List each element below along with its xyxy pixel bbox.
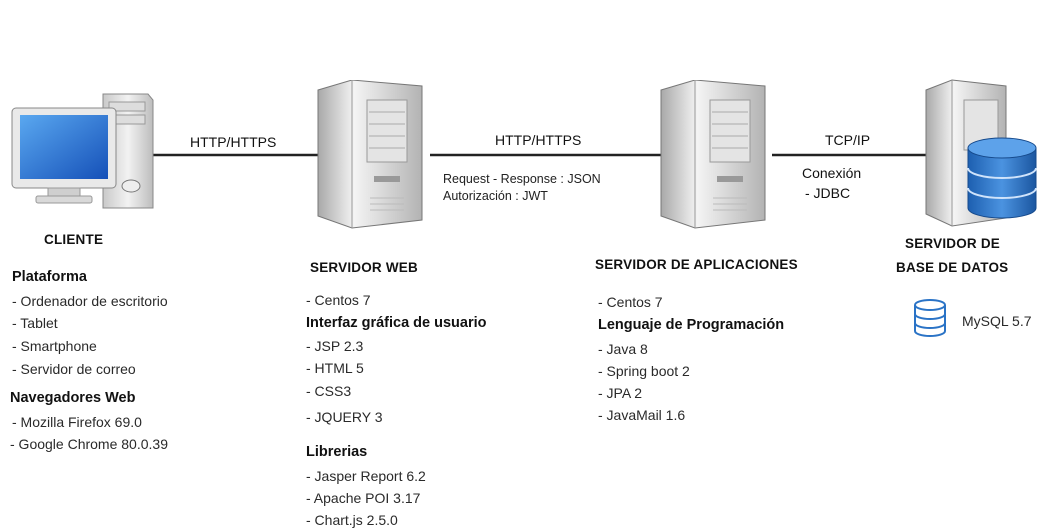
web-libs-heading: Librerias: [306, 444, 368, 460]
web-gui-heading: Interfaz gráfica de usuario: [306, 315, 487, 331]
app-server-os: - Centos 7: [598, 294, 663, 310]
web-gui-item: - HTML 5: [306, 360, 364, 376]
desktop-computer-icon: [11, 93, 154, 209]
web-gui-item: - JQUERY 3: [306, 409, 383, 425]
web-lib-item: - Chart.js 2.5.0: [306, 512, 398, 528]
client-web-protocol: HTTP/HTTPS: [190, 134, 277, 150]
web-app-detail-json: Request - Response : JSON: [443, 172, 601, 186]
client-platform-item: - Smartphone: [12, 338, 97, 354]
application-server-icon: [660, 80, 766, 229]
web-lib-item: - Jasper Report 6.2: [306, 468, 426, 484]
client-platform-item: - Ordenador de escritorio: [12, 293, 168, 309]
client-browser-item: - Mozilla Firefox 69.0: [12, 414, 142, 430]
app-db-detail-jdbc: - JDBC: [805, 185, 851, 201]
web-server-title: SERVIDOR WEB: [310, 260, 418, 275]
client-platform-heading: Plataforma: [12, 269, 87, 285]
client-browsers-heading: Navegadores Web: [10, 390, 136, 406]
app-lang-item: - JavaMail 1.6: [598, 407, 686, 423]
web-server-os: - Centos 7: [306, 292, 371, 308]
db-server-title-line2: BASE DE DATOS: [896, 260, 1009, 275]
app-db-detail-conexion: Conexión: [802, 165, 862, 181]
app-lang-item: - Java 8: [598, 341, 648, 357]
app-db-protocol: TCP/IP: [825, 132, 871, 148]
database-icon: [914, 299, 946, 337]
db-server-title-line1: SERVIDOR DE: [905, 236, 1000, 251]
web-app-detail-jwt: Autorización : JWT: [443, 189, 548, 203]
app-lang-item: - Spring boot 2: [598, 363, 690, 379]
web-gui-item: - CSS3: [306, 383, 352, 399]
db-engine: MySQL 5.7: [962, 313, 1032, 329]
client-browser-item: - Google Chrome 80.0.39: [10, 436, 168, 452]
client-platform-item: - Tablet: [12, 315, 58, 331]
database-server-icon: [925, 79, 1037, 227]
app-lang-item: - JPA 2: [598, 385, 643, 401]
client-title: CLIENTE: [44, 232, 104, 247]
app-lang-heading: Lenguaje de Programación: [598, 317, 785, 333]
web-server-icon: [317, 80, 423, 229]
web-lib-item: - Apache POI 3.17: [306, 490, 421, 506]
web-app-protocol: HTTP/HTTPS: [495, 132, 582, 148]
app-server-title: SERVIDOR DE APLICACIONES: [595, 257, 798, 272]
client-platform-item: - Servidor de correo: [12, 361, 136, 377]
web-gui-item: - JSP 2.3: [306, 338, 364, 354]
